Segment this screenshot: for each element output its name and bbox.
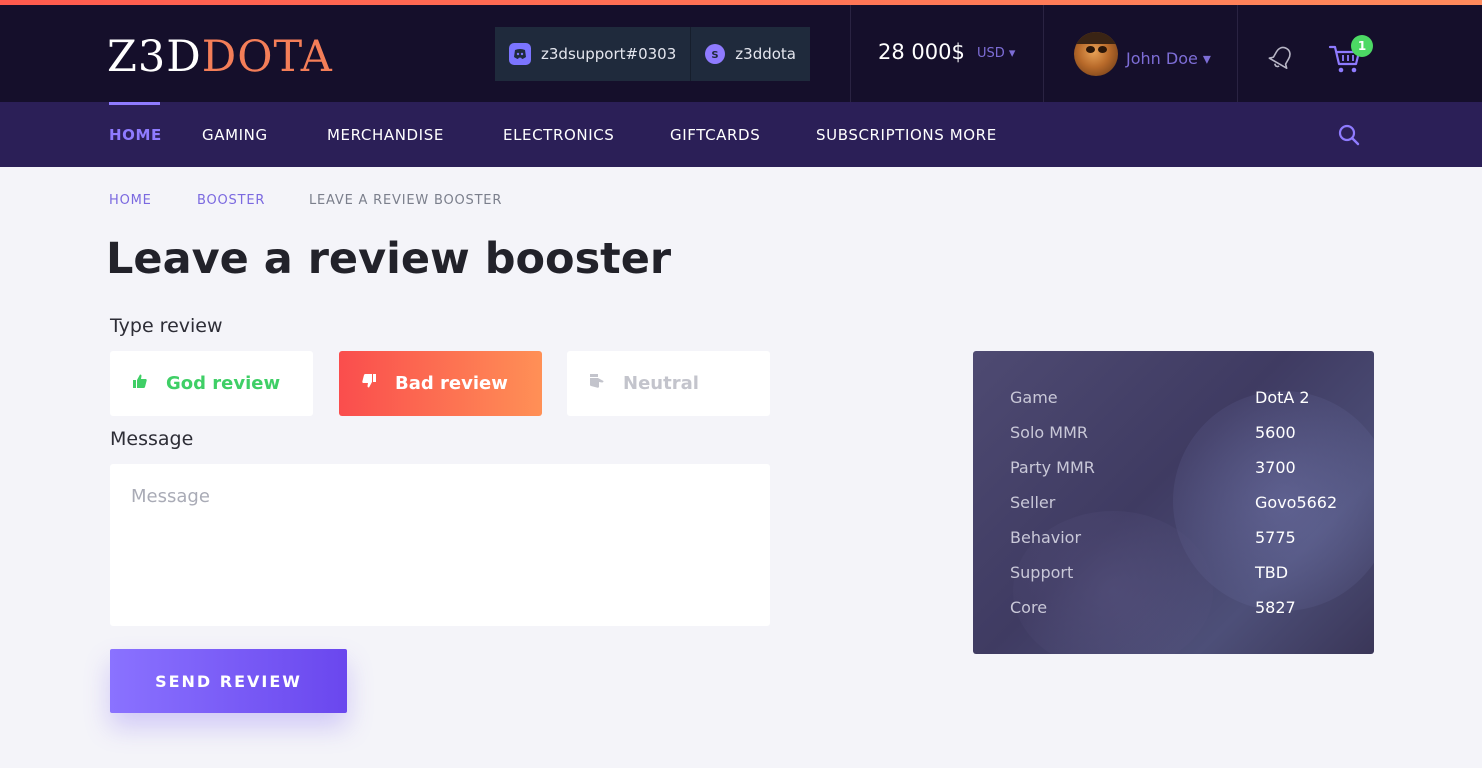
bad-review-label: Bad review: [395, 373, 508, 394]
search-icon[interactable]: [1337, 123, 1361, 151]
site-logo[interactable]: Z3DDOTA: [107, 33, 333, 81]
logo-text-accent: DOTA: [201, 32, 333, 82]
neutral-review-label: Neutral: [623, 373, 699, 394]
type-review-label: Type review: [110, 315, 223, 337]
contact-links: z3dsupport#0303 S z3ddota: [495, 27, 810, 81]
message-label: Message: [110, 428, 194, 450]
thumbs-neutral-icon: [589, 373, 605, 394]
page-title: Leave a review booster: [106, 234, 672, 284]
nav-active-indicator: [109, 102, 160, 105]
info-value: 5827: [1255, 598, 1296, 617]
booster-info-card: Game DotA 2 Solo MMR 5600 Party MMR 3700…: [973, 351, 1374, 654]
info-value: DotA 2: [1255, 388, 1310, 407]
nav-item-merchandise[interactable]: MERCHANDISE: [327, 126, 444, 144]
good-review-option[interactable]: God review: [110, 351, 313, 416]
account-balance: 28 000$: [878, 40, 965, 64]
thumbs-up-icon: [132, 373, 148, 394]
avatar[interactable]: [1074, 32, 1118, 76]
thumbs-down-icon: [361, 373, 377, 394]
site-header: Z3DDOTA z3dsupport#0303 S z3ddota 28 000…: [0, 5, 1482, 102]
info-key: Support: [1010, 563, 1074, 582]
message-field[interactable]: [110, 464, 770, 626]
logo-text-primary: Z3D: [107, 32, 202, 82]
good-review-label: God review: [166, 373, 281, 394]
avatar-hat: [1074, 32, 1118, 44]
discord-contact[interactable]: z3dsupport#0303: [495, 27, 691, 81]
currency-dropdown[interactable]: USD ▾: [977, 46, 1015, 61]
neutral-review-option[interactable]: Neutral: [567, 351, 770, 416]
info-value: 3700: [1255, 458, 1296, 477]
discord-handle: z3dsupport#0303: [541, 45, 677, 63]
info-key: Core: [1010, 598, 1048, 617]
breadcrumb-booster[interactable]: BOOSTER: [197, 193, 265, 208]
bad-review-option[interactable]: Bad review: [339, 351, 542, 416]
breadcrumb-current: LEAVE A REVIEW BOOSTER: [309, 193, 503, 208]
avatar-eye: [1086, 46, 1095, 53]
info-key: Solo MMR: [1010, 423, 1088, 442]
notifications-bell-icon[interactable]: [1266, 43, 1296, 77]
breadcrumb-home[interactable]: HOME: [109, 193, 152, 208]
skype-handle: z3ddota: [735, 45, 796, 63]
info-value: Govo5662: [1255, 493, 1338, 512]
info-key: Behavior: [1010, 528, 1082, 547]
nav-item-gaming[interactable]: GAMING: [202, 126, 268, 144]
nav-item-electronics[interactable]: ELECTRONICS: [503, 126, 614, 144]
header-divider: [1237, 5, 1238, 102]
avatar-eye: [1098, 46, 1107, 53]
main-navigation: HOME GAMING MERCHANDISE ELECTRONICS GIFT…: [0, 102, 1482, 167]
svg-text:S: S: [712, 50, 719, 60]
info-key: Seller: [1010, 493, 1056, 512]
header-divider: [1043, 5, 1044, 102]
info-value: 5600: [1255, 423, 1296, 442]
info-value: 5775: [1255, 528, 1296, 547]
header-divider: [850, 5, 851, 102]
skype-icon: S: [705, 44, 726, 64]
info-value: TBD: [1255, 563, 1289, 582]
info-key: Party MMR: [1010, 458, 1095, 477]
nav-item-giftcards[interactable]: GIFTCARDS: [670, 126, 760, 144]
user-menu-dropdown[interactable]: John Doe ▾: [1126, 49, 1211, 68]
info-key: Game: [1010, 388, 1058, 407]
cart-count-badge: 1: [1351, 35, 1373, 57]
nav-item-home[interactable]: HOME: [109, 126, 162, 144]
nav-item-subscriptions[interactable]: SUBSCRIPTIONS MORE: [816, 126, 997, 144]
discord-icon: [509, 43, 531, 65]
skype-contact[interactable]: S z3ddota: [690, 27, 810, 81]
send-review-button[interactable]: SEND REVIEW: [110, 649, 347, 713]
